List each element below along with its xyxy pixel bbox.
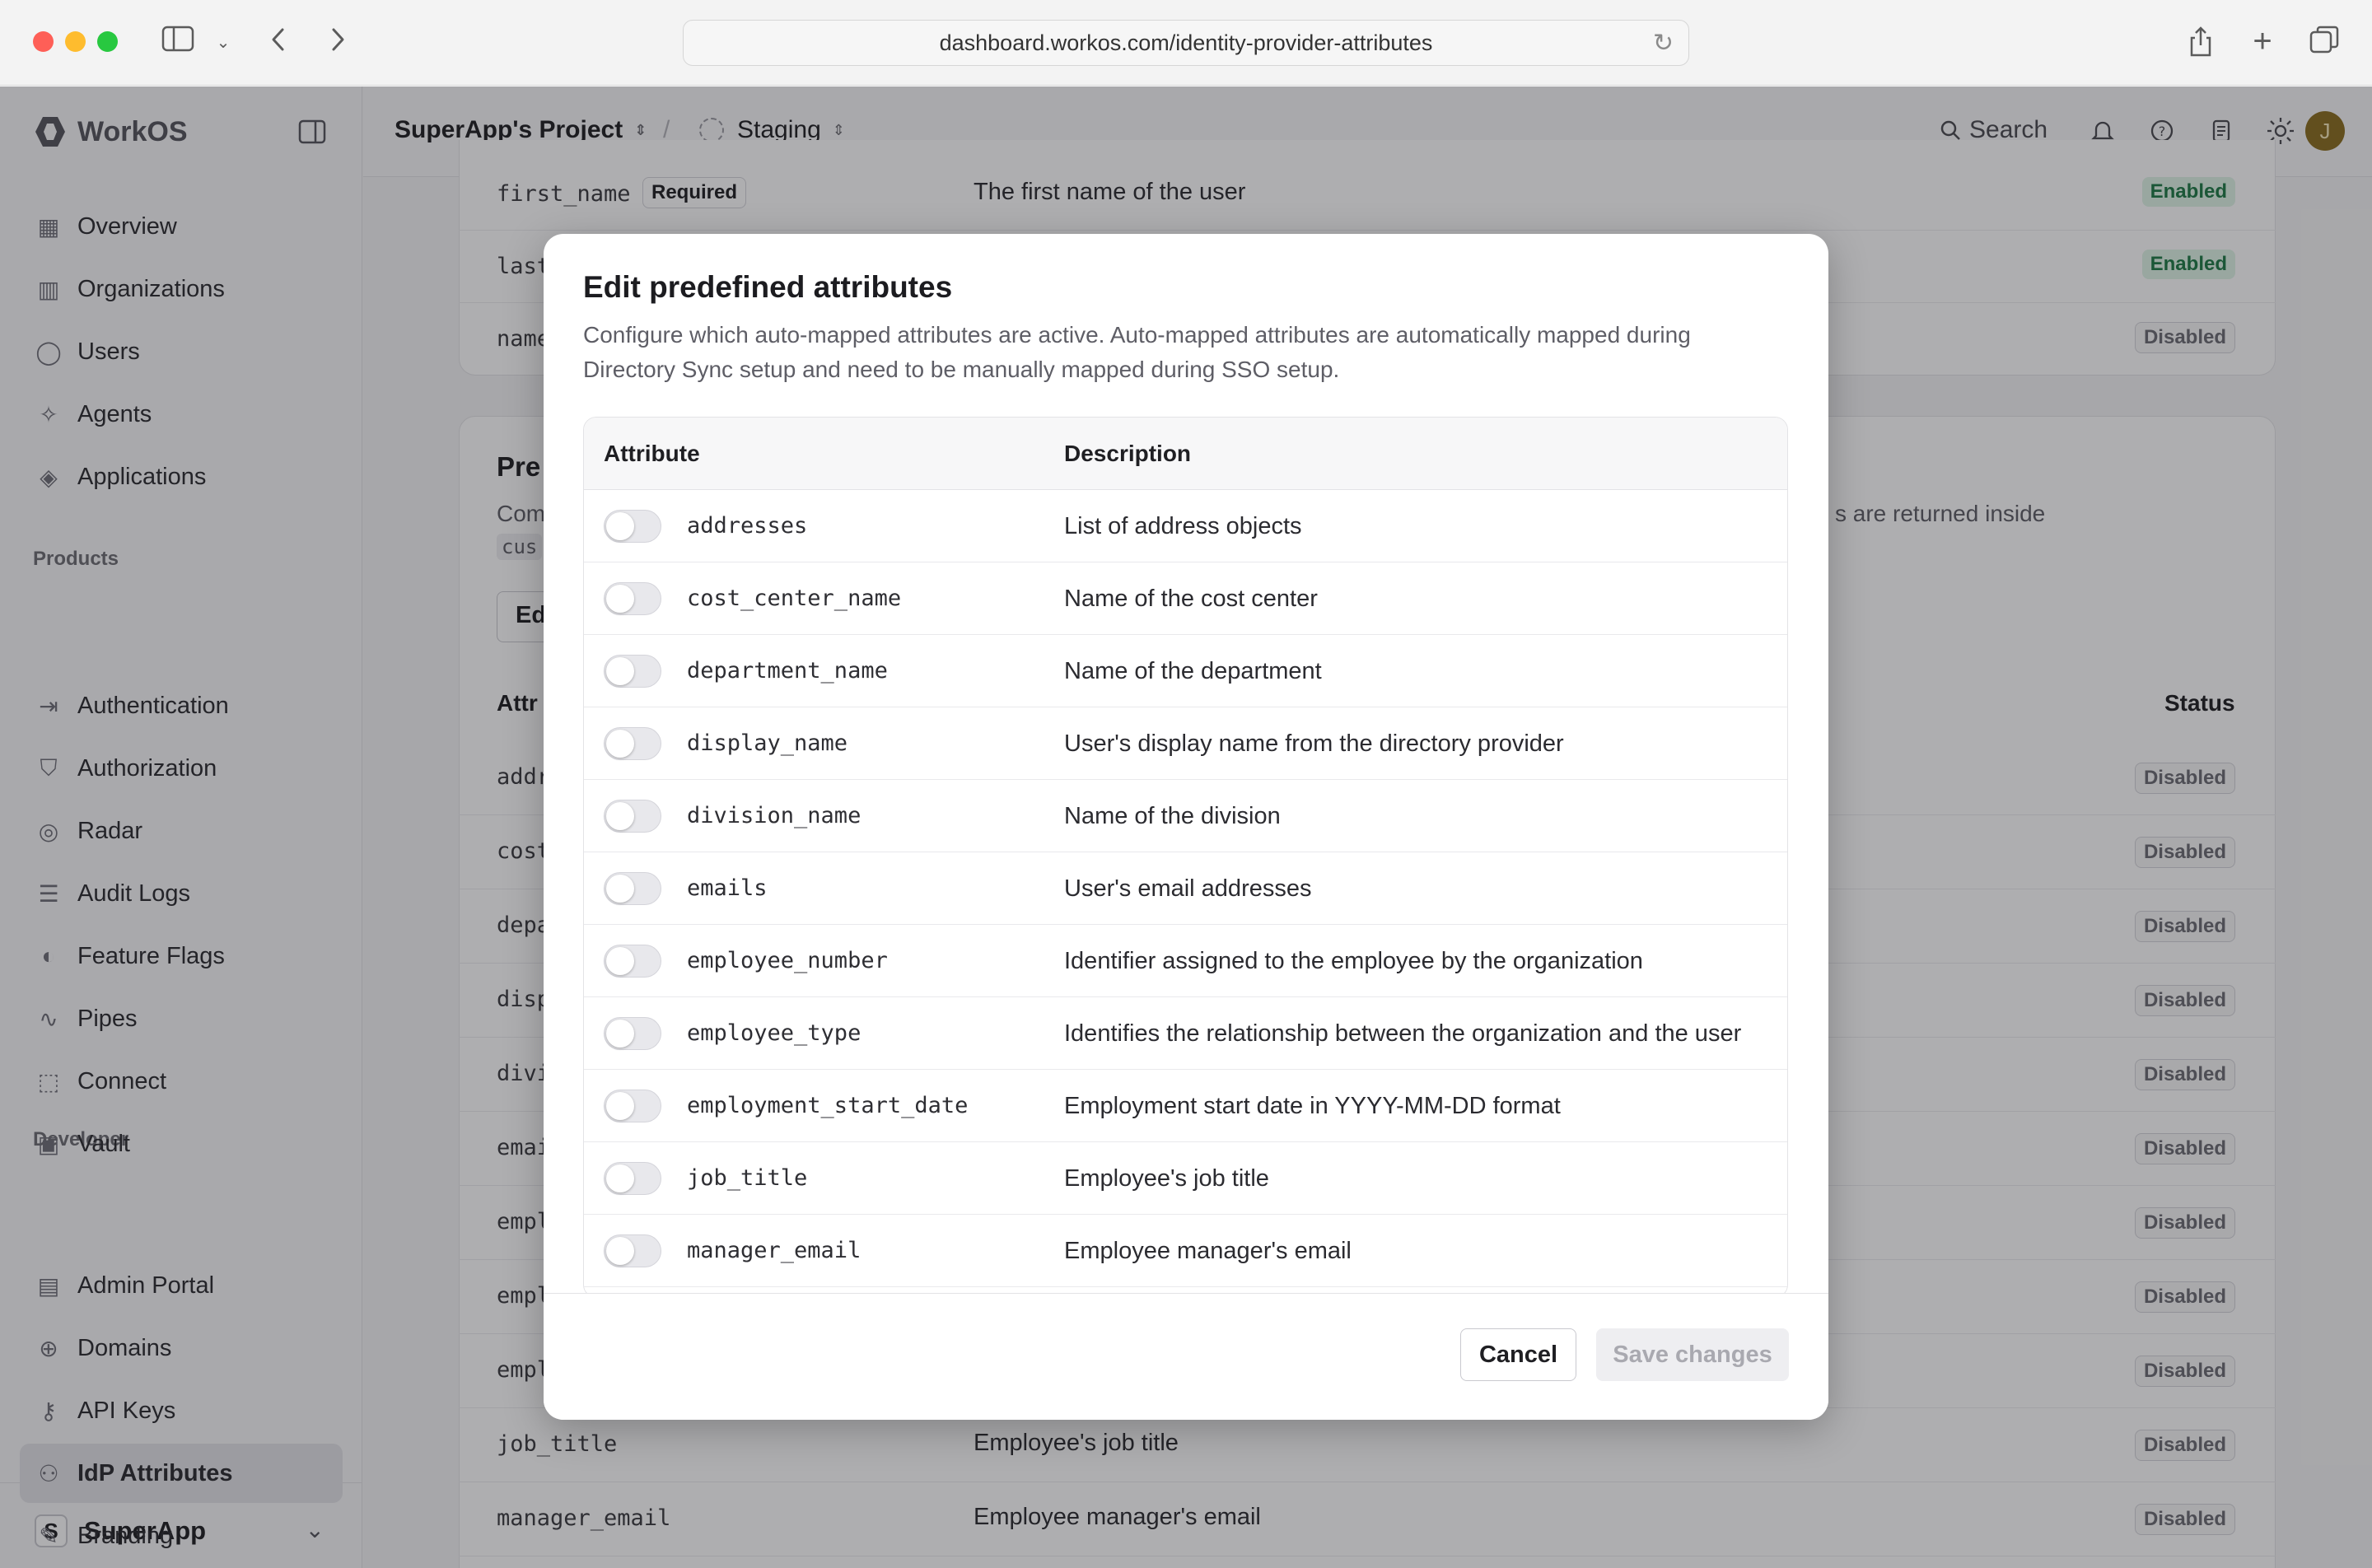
toggle-knob	[606, 802, 634, 830]
attribute-toggle[interactable]	[604, 582, 661, 615]
toggle-knob	[606, 1164, 634, 1192]
new-tab-icon[interactable]: +	[2246, 25, 2279, 58]
attributes-table: Attribute Description addresses List of a…	[583, 417, 1788, 1298]
sidebar-toggle-icon[interactable]	[158, 25, 198, 58]
edit-attributes-dialog: Edit predefined attributes Configure whi…	[544, 234, 1828, 1420]
attribute-name: display_name	[687, 730, 848, 756]
table-row: employee_number Identifier assigned to th…	[584, 925, 1787, 997]
dialog-footer: Cancel Save changes	[544, 1293, 1828, 1420]
tabs-overview-icon[interactable]	[2308, 25, 2341, 58]
attribute-name: manager_email	[687, 1238, 861, 1263]
url-bar[interactable]: dashboard.workos.com/identity-provider-a…	[683, 20, 1689, 66]
table-row: department_name Name of the department	[584, 635, 1787, 707]
attribute-name: employee_type	[687, 1020, 861, 1046]
attribute-description: Name of the division	[1064, 803, 1281, 829]
attribute-description: User's display name from the directory p…	[1064, 730, 1564, 757]
attribute-description: Employee's job title	[1064, 1165, 1269, 1192]
table-row: addresses List of address objects	[584, 490, 1787, 562]
table-header: Attribute Description	[584, 418, 1787, 490]
toggle-knob	[606, 730, 634, 758]
attribute-name: employee_number	[687, 948, 888, 973]
toggle-knob	[606, 1237, 634, 1265]
close-window-button[interactable]	[33, 31, 54, 52]
save-changes-button[interactable]: Save changes	[1596, 1328, 1789, 1381]
attribute-description: Name of the cost center	[1064, 586, 1318, 612]
attribute-name: addresses	[687, 513, 808, 539]
table-row: emails User's email addresses	[584, 852, 1787, 925]
attribute-name: division_name	[687, 803, 861, 828]
attribute-toggle[interactable]	[604, 1017, 661, 1050]
minimize-window-button[interactable]	[65, 31, 86, 52]
attribute-description: Name of the department	[1064, 658, 1322, 684]
table-row: job_title Employee's job title	[584, 1142, 1787, 1215]
url-text: dashboard.workos.com/identity-provider-a…	[939, 30, 1433, 55]
table-row: division_name Name of the division	[584, 780, 1787, 852]
zoom-window-button[interactable]	[97, 31, 118, 52]
share-icon[interactable]	[2184, 25, 2217, 58]
attribute-toggle[interactable]	[604, 1090, 661, 1122]
attribute-description: Employment start date in YYYY-MM-DD form…	[1064, 1093, 1561, 1119]
column-header-description: Description	[1064, 441, 1192, 466]
toggle-knob	[606, 1020, 634, 1048]
attribute-toggle[interactable]	[604, 727, 661, 760]
attribute-name: job_title	[687, 1165, 808, 1191]
toggle-knob	[606, 875, 634, 903]
chevron-down-icon[interactable]: ⌄	[212, 26, 234, 56]
table-row: employment_start_date Employment start da…	[584, 1070, 1787, 1142]
toggle-knob	[606, 1092, 634, 1120]
table-row: cost_center_name Name of the cost center	[584, 562, 1787, 635]
table-row: manager_email Employee manager's email	[584, 1215, 1787, 1287]
browser-toolbar: ⌄ dashboard.workos.com/identity-provider…	[0, 0, 2372, 86]
attribute-toggle[interactable]	[604, 510, 661, 543]
toggle-knob	[606, 947, 634, 975]
attribute-description: Identifier assigned to the employee by t…	[1064, 948, 1643, 974]
attribute-toggle[interactable]	[604, 1234, 661, 1267]
back-icon[interactable]	[264, 25, 293, 58]
dialog-description: Configure which auto-mapped attributes a…	[583, 322, 1691, 382]
attribute-description: User's email addresses	[1064, 875, 1312, 902]
attribute-toggle[interactable]	[604, 872, 661, 905]
attribute-description: List of address objects	[1064, 513, 1302, 539]
dialog-title: Edit predefined attributes	[583, 270, 953, 304]
reload-icon[interactable]: ↻	[1653, 29, 1674, 58]
attribute-name: employment_start_date	[687, 1093, 969, 1118]
forward-icon[interactable]	[323, 25, 353, 58]
attribute-name: department_name	[687, 658, 888, 684]
attribute-description: Employee manager's email	[1064, 1238, 1352, 1264]
attribute-toggle[interactable]	[604, 655, 661, 688]
attribute-name: emails	[687, 875, 768, 901]
attribute-description: Identifies the relationship between the …	[1064, 1020, 1742, 1047]
table-row: display_name User's display name from the…	[584, 707, 1787, 780]
column-header-attribute: Attribute	[604, 441, 700, 466]
cancel-button[interactable]: Cancel	[1460, 1328, 1576, 1381]
toggle-knob	[606, 512, 634, 540]
toggle-knob	[606, 657, 634, 685]
table-row: employee_type Identifies the relationship…	[584, 997, 1787, 1070]
attribute-name: cost_center_name	[687, 586, 902, 611]
toggle-knob	[606, 585, 634, 613]
attribute-toggle[interactable]	[604, 945, 661, 978]
attribute-toggle[interactable]	[604, 1162, 661, 1195]
attribute-toggle[interactable]	[604, 800, 661, 833]
